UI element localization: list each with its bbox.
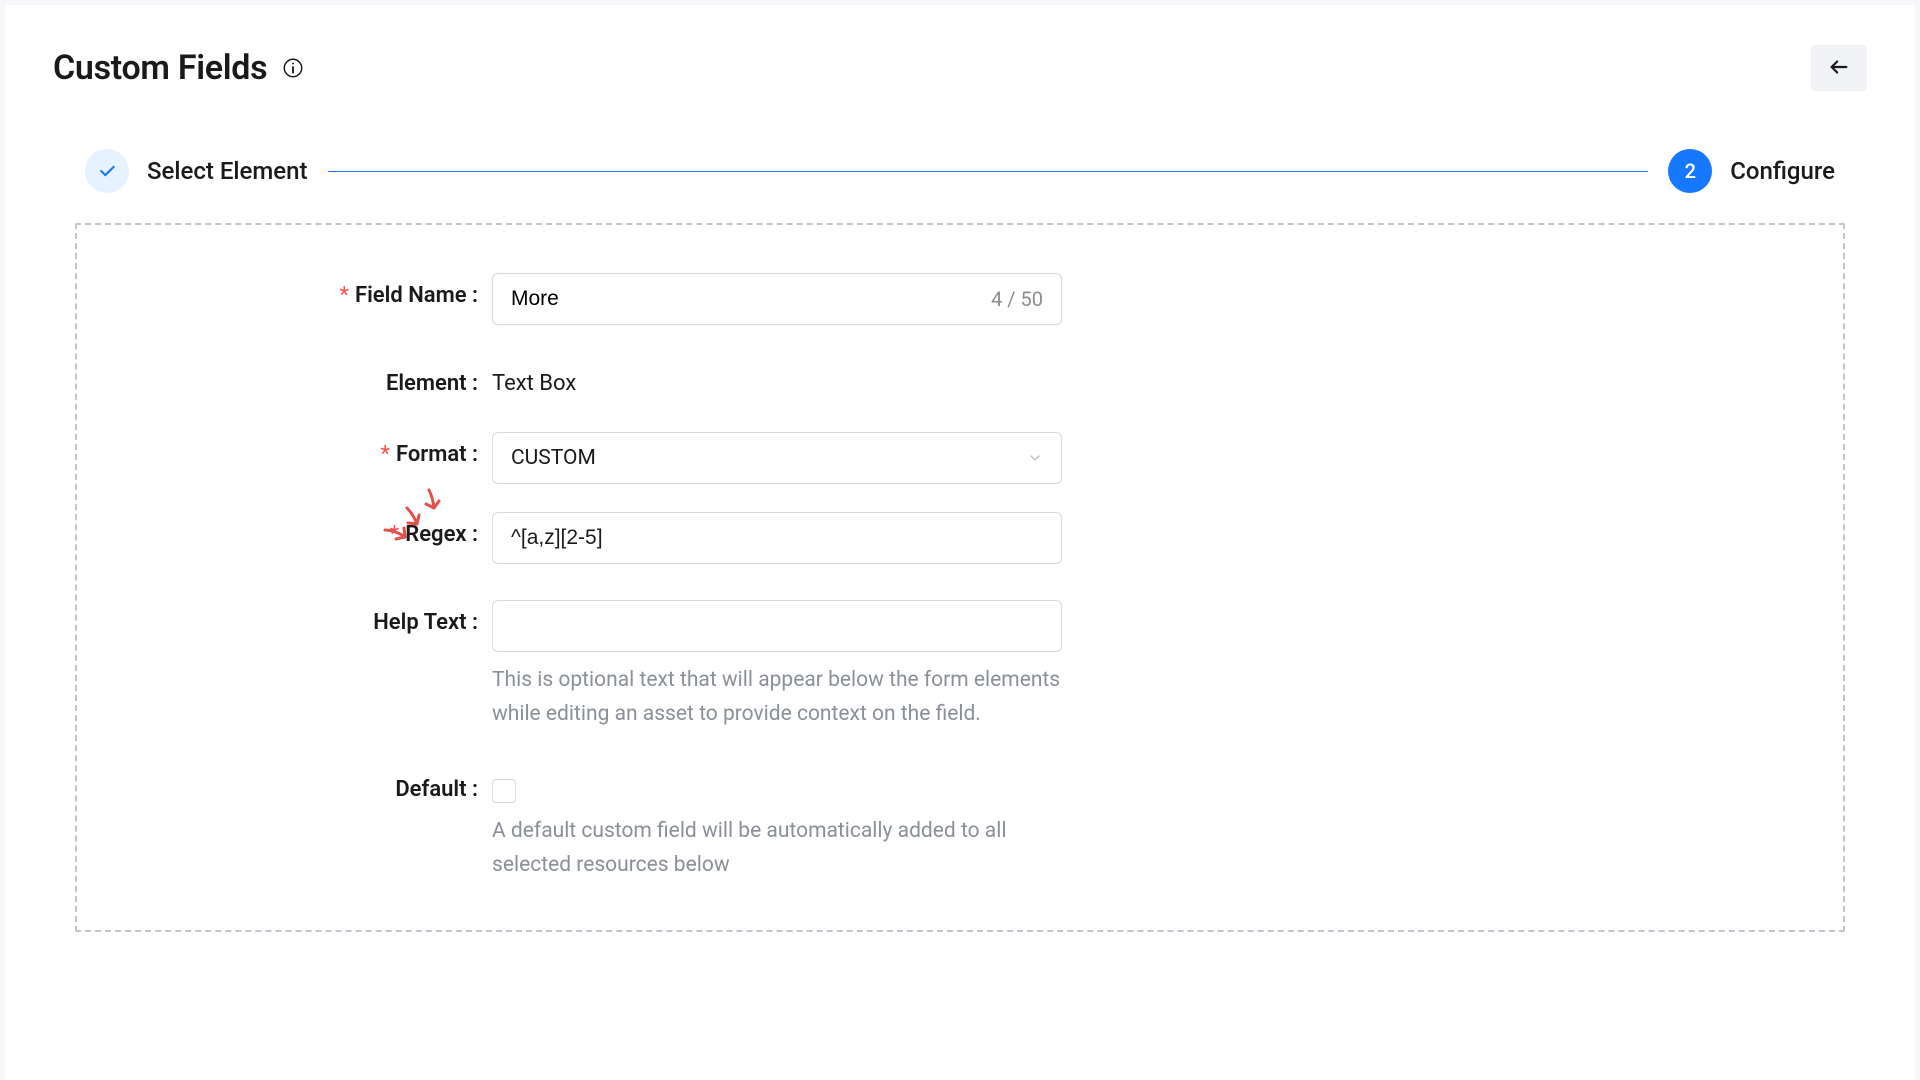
required-mark: * (390, 522, 399, 547)
check-icon (85, 149, 129, 193)
default-checkbox[interactable] (492, 779, 516, 803)
field-name-input-wrap[interactable]: 4 / 50 (492, 273, 1062, 325)
format-select[interactable]: CUSTOM (492, 432, 1062, 484)
step-configure[interactable]: 2 Configure (1668, 149, 1835, 193)
step-connector (328, 171, 1649, 172)
element-label: Element : (386, 371, 478, 396)
row-regex: * Regex : (117, 512, 1803, 564)
page-title: Custom Fields (53, 48, 267, 88)
field-name-input[interactable] (511, 287, 981, 311)
page-header: Custom Fields (5, 5, 1915, 121)
element-value: Text Box (492, 371, 1062, 396)
default-label: Default : (395, 777, 478, 802)
arrow-left-icon (1828, 56, 1850, 81)
row-help-text: Help Text : This is optional text that w… (117, 600, 1803, 731)
info-icon[interactable] (281, 56, 305, 80)
format-value: CUSTOM (511, 446, 596, 470)
required-mark: * (340, 283, 349, 308)
help-text-label: Help Text : (373, 610, 478, 635)
stepper: Select Element 2 Configure (75, 121, 1845, 223)
help-text-input[interactable] (492, 600, 1062, 652)
row-default: Default : A default custom field will be… (117, 767, 1803, 882)
step1-label: Select Element (147, 157, 308, 185)
configure-panel: * Field Name : 4 / 50 Element : Text Box (75, 223, 1845, 932)
field-name-label: Field Name : (355, 283, 478, 308)
format-label: Format : (396, 442, 478, 467)
row-format: * Format : CUSTOM (117, 432, 1803, 484)
default-description: A default custom field will be automatic… (492, 815, 1062, 882)
step2-number: 2 (1668, 149, 1712, 193)
help-text-description: This is optional text that will appear b… (492, 664, 1062, 731)
row-field-name: * Field Name : 4 / 50 (117, 273, 1803, 325)
back-button[interactable] (1811, 45, 1867, 91)
field-name-counter: 4 / 50 (981, 287, 1043, 311)
regex-input[interactable] (492, 512, 1062, 564)
step-select-element[interactable]: Select Element (85, 149, 308, 193)
regex-label: Regex : (405, 522, 478, 547)
step2-label: Configure (1730, 157, 1835, 185)
chevron-down-icon (1027, 450, 1043, 466)
row-element: Element : Text Box (117, 361, 1803, 396)
required-mark: * (380, 442, 389, 467)
